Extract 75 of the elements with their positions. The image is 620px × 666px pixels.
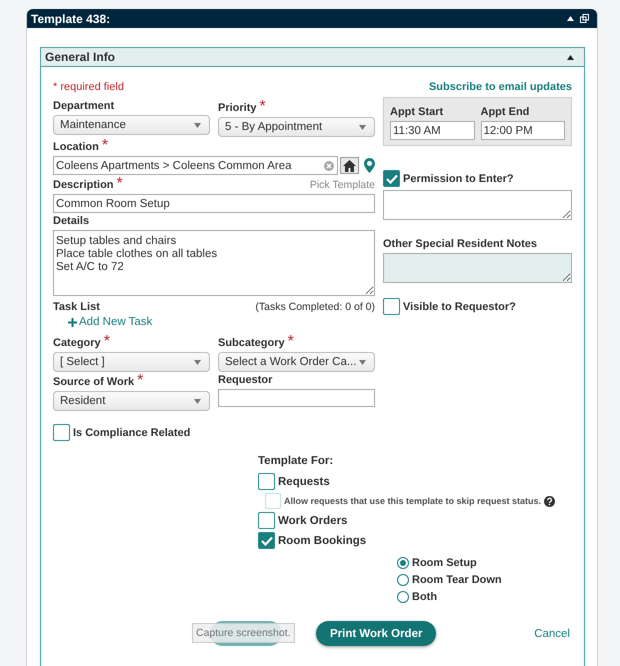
details-field[interactable]: Setup tables and chairs Place table clothes on all tables Set A/C to 72	[53, 230, 375, 296]
radio-button[interactable]	[397, 591, 409, 603]
checkbox-label: Requests	[278, 476, 330, 488]
pick-template-link[interactable]: Pick Template	[310, 178, 375, 190]
dropdown[interactable]: [ Select ]	[53, 352, 210, 372]
subscribe-link[interactable]: Subscribe to email updates	[383, 81, 572, 93]
field-label: Details	[53, 215, 90, 227]
field-label: Subcategory	[218, 337, 285, 349]
restore-icon[interactable]	[580, 14, 589, 23]
required-marker: *	[260, 98, 266, 116]
caret-up-icon[interactable]	[567, 54, 574, 60]
template-for-label: Template For:	[258, 455, 334, 467]
field-label: Source of Work	[53, 376, 134, 388]
field-label: Priority	[218, 102, 257, 114]
field-label: Requestor	[218, 374, 272, 386]
checkbox[interactable]	[258, 532, 275, 549]
dropdown[interactable]: Select a Work Order Ca...	[218, 352, 375, 372]
checkbox-label: Visible to Requestor?	[403, 300, 516, 312]
required-note: * required field	[53, 81, 125, 93]
plus-icon	[68, 318, 77, 326]
caret-down-icon	[194, 122, 201, 128]
checkbox-label: Allow requests that use this template to skip request status.	[284, 496, 542, 506]
required-marker: *	[104, 333, 110, 351]
cancel-link[interactable]: Cancel	[534, 628, 570, 640]
required-marker: *	[137, 372, 144, 390]
field-label: Appt Start	[390, 106, 444, 118]
time-field[interactable]: 11:30 AM	[390, 121, 474, 140]
resident-notes-field[interactable]	[383, 253, 572, 283]
checkbox[interactable]	[258, 473, 275, 490]
checkbox[interactable]	[53, 424, 70, 441]
section-header[interactable]: General Info	[41, 48, 584, 67]
caret-down-icon	[359, 124, 366, 130]
required-marker: *	[288, 333, 294, 351]
checkbox-label: Is Compliance Related	[73, 426, 190, 438]
checkbox[interactable]	[258, 512, 275, 529]
radio-label: Room Setup	[412, 557, 477, 569]
dropdown[interactable]: Maintenance	[53, 115, 210, 135]
checkbox[interactable]	[383, 298, 400, 315]
radio-button[interactable]	[397, 557, 409, 569]
field-label: Description	[53, 179, 114, 191]
home-button[interactable]	[340, 157, 359, 174]
required-marker: *	[102, 137, 108, 155]
checkbox-label: Work Orders	[278, 514, 348, 526]
caret-down-icon	[194, 398, 201, 404]
tooltip: Capture screenshot.	[192, 623, 295, 643]
field-label: Appt End	[480, 106, 530, 118]
collapse-icon[interactable]	[567, 16, 574, 21]
field-label: Other Special Resident Notes	[383, 238, 538, 250]
field-label: Department	[53, 100, 114, 112]
field-label: Location	[53, 141, 99, 153]
window-title: Template 438:	[31, 12, 110, 26]
field-label: Category	[53, 337, 101, 349]
add-task-link[interactable]: Add New Task	[68, 316, 375, 328]
print-button[interactable]: Print Work Order	[316, 621, 436, 646]
map-pin-icon[interactable]	[364, 158, 375, 173]
dropdown[interactable]: 5 - By Appointment	[218, 117, 375, 137]
permission-notes-field[interactable]	[383, 190, 572, 220]
checkbox-label: Room Bookings	[278, 534, 366, 546]
radio-button[interactable]	[397, 574, 409, 586]
description-field[interactable]: Common Room Setup	[53, 194, 375, 213]
task-list-label: Task List	[53, 301, 100, 313]
tasks-completed: (Tasks Completed: 0 of 0)	[255, 301, 375, 313]
section-title: General Info	[45, 50, 116, 64]
checkbox-label: Permission to Enter?	[403, 172, 514, 184]
help-icon[interactable]	[544, 496, 556, 506]
location-field[interactable]: Coleens Apartments > Coleens Common Area	[53, 156, 338, 175]
caret-down-icon	[194, 360, 201, 364]
radio-label: Room Tear Down	[412, 574, 502, 586]
required-marker: *	[116, 175, 123, 193]
checkbox[interactable]	[383, 170, 400, 187]
caret-down-icon	[359, 360, 366, 364]
radio-label: Both	[412, 591, 438, 603]
dropdown[interactable]: Resident	[53, 391, 210, 411]
requestor-field[interactable]	[218, 389, 375, 407]
time-field[interactable]: 12:00 PM	[480, 121, 565, 140]
